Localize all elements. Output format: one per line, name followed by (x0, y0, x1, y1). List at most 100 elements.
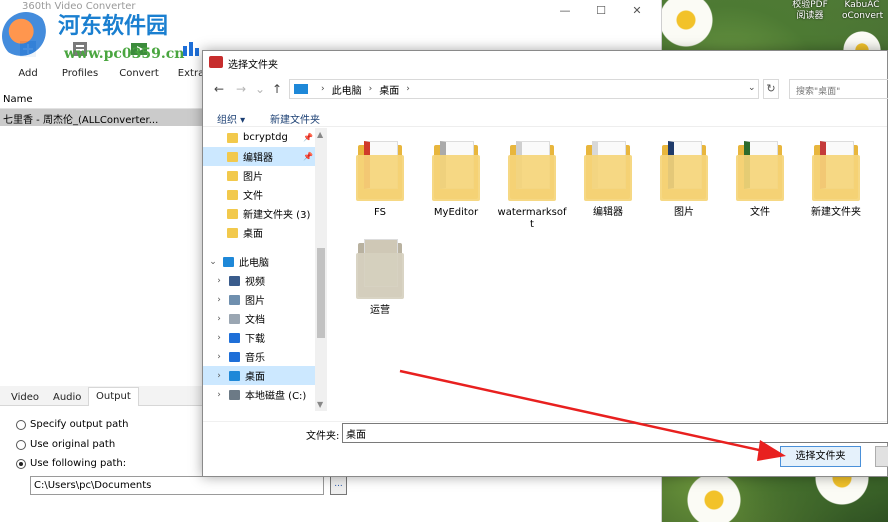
scroll-down-icon[interactable]: ▼ (317, 400, 323, 409)
quick-access-item[interactable]: bcryptdg 📌 (203, 128, 315, 147)
pin-icon[interactable]: 📌 (303, 152, 313, 161)
nav-item-label: bcryptdg (243, 132, 288, 143)
folder-item[interactable]: 新建文件夹 (799, 135, 873, 235)
documents-icon (229, 313, 240, 324)
extra-label: Extra (177, 68, 205, 79)
music-icon (229, 351, 240, 362)
chevron-down-icon[interactable]: ⌄ (207, 257, 219, 267)
nav-item-label: 音乐 (245, 353, 265, 364)
folder-name: watermarksoft (497, 207, 567, 230)
specify-output-path-option[interactable]: Specify output path (16, 419, 128, 430)
folder-icon (227, 227, 238, 238)
forward-arrow-icon[interactable]: → (233, 81, 249, 97)
nav-item-label: 视频 (245, 277, 265, 288)
this-pc-item[interactable]: › 桌面 (203, 366, 315, 385)
nav-item-label: 文件 (243, 191, 263, 202)
folder-icon (227, 208, 238, 219)
desktop-icon[interactable]: KabuAC oConvert (842, 0, 883, 22)
close-button[interactable]: ✕ (619, 0, 655, 20)
watermark-url: www.pc0359.cn (64, 46, 185, 62)
back-arrow-icon[interactable]: ← (211, 81, 227, 97)
this-pc-item[interactable]: › 文档 (203, 309, 315, 328)
output-path-input[interactable] (30, 476, 324, 495)
pin-icon[interactable]: 📌 (303, 133, 313, 142)
watermark: 河东软件园 www.pc0359.cn (0, 2, 220, 64)
chevron-right-icon[interactable]: › (213, 276, 225, 286)
chevron-right-icon[interactable]: › (213, 390, 225, 400)
refresh-icon[interactable]: ↻ (763, 79, 779, 99)
chevron-right-icon[interactable]: › (213, 352, 225, 362)
tab-output[interactable]: Output (88, 387, 139, 407)
tab-video[interactable]: Video (3, 388, 47, 407)
folder-icon (356, 239, 404, 299)
radio-button-checked[interactable] (16, 458, 26, 469)
dialog-title: 选择文件夹 (228, 60, 278, 71)
watermark-logo-icon (2, 12, 50, 60)
use-original-path-option[interactable]: Use original path (16, 439, 115, 450)
convert-label: Convert (119, 68, 159, 79)
folder-name: 运营 (370, 305, 390, 316)
drive-icon (229, 389, 240, 400)
quick-access-item[interactable]: 新建文件夹 (3) (203, 204, 315, 223)
up-arrow-icon[interactable]: ↑ (269, 81, 285, 97)
folder-item[interactable]: 文件 (723, 135, 797, 235)
this-pc-item[interactable]: › 音乐 (203, 347, 315, 366)
radio-button[interactable] (16, 419, 26, 430)
search-input[interactable]: 搜索"桌面" (789, 79, 888, 99)
quick-access-item[interactable]: 文件 (203, 185, 315, 204)
this-pc-item[interactable]: › 本地磁盘 (C:) (203, 385, 315, 404)
folder-icon (736, 141, 784, 201)
address-bar-row: ← → ⌄ ↑ › 此电脑 › 桌面 › ⌄ ↻ 搜索"桌面" (203, 78, 888, 100)
this-pc-node[interactable]: ⌄ 此电脑 (203, 252, 315, 271)
daisy-image (684, 470, 744, 522)
folder-item[interactable]: 图片 (647, 135, 721, 235)
this-pc-item[interactable]: › 图片 (203, 290, 315, 309)
scrollbar-thumb[interactable] (317, 248, 325, 338)
folder-item[interactable]: MyEditor (419, 135, 493, 235)
scroll-up-icon[interactable]: ▲ (317, 130, 323, 139)
this-pc-item[interactable]: › 视频 (203, 271, 315, 290)
desktop-icon-label: 校验PDF阅读器 (792, 0, 828, 21)
folder-item[interactable]: 编辑器 (571, 135, 645, 235)
minimize-button[interactable]: — (547, 0, 583, 20)
folder-item[interactable]: watermarksoft (495, 135, 569, 235)
select-folder-button[interactable]: 选择文件夹 (780, 446, 861, 467)
maximize-button[interactable]: ☐ (583, 0, 619, 20)
navigation-pane: bcryptdg 📌 编辑器 📌 图片 文件 新建文件夹 (3) 桌面 ⌄ 此电… (203, 128, 327, 411)
chevron-right-icon[interactable]: › (213, 295, 225, 305)
folder-input[interactable] (342, 423, 888, 443)
add-label: Add (18, 68, 38, 79)
desktop-icon[interactable]: 校验PDF阅读器 (790, 0, 830, 22)
new-folder-button[interactable]: 新建文件夹 (270, 111, 320, 126)
quick-access-item[interactable]: 桌面 (203, 223, 315, 242)
chevron-down-icon[interactable]: ⌄ (252, 81, 268, 97)
quick-access-item[interactable]: 编辑器 📌 (203, 147, 315, 166)
chevron-right-icon[interactable]: › (213, 314, 225, 324)
breadcrumb-desktop[interactable]: 桌面 (379, 82, 399, 97)
name-column-header[interactable]: Name (3, 94, 33, 105)
folder-item[interactable]: FS (343, 135, 417, 235)
use-following-path-option[interactable]: Use following path: (16, 458, 126, 469)
radio-button[interactable] (16, 439, 26, 450)
folder-icon (227, 170, 238, 181)
address-dropdown-icon[interactable]: ⌄ (748, 83, 756, 93)
dialog-titlebar[interactable]: 选择文件夹 (203, 51, 887, 73)
folder-item[interactable]: 运营 (343, 233, 417, 333)
cancel-button[interactable] (875, 446, 888, 467)
folder-name: 图片 (674, 207, 694, 218)
this-pc-item[interactable]: › 下载 (203, 328, 315, 347)
tab-audio[interactable]: Audio (45, 388, 89, 407)
chevron-right-icon[interactable]: › (213, 333, 225, 343)
file-list-row[interactable]: 七里香 - 周杰伦_(ALLConverter... (0, 109, 210, 126)
chevron-right-icon[interactable]: › (213, 371, 225, 381)
organize-menu[interactable]: 组织 ▾ (217, 111, 245, 126)
address-bar[interactable]: › 此电脑 › 桌面 › (289, 79, 759, 99)
quick-access-item[interactable]: 图片 (203, 166, 315, 185)
navigation-scrollbar[interactable]: ▲ ▼ (315, 128, 327, 411)
command-bar: 组织 ▾ 新建文件夹 (203, 107, 887, 127)
folder-row: 文件夹: (203, 421, 888, 445)
browse-button[interactable]: ... (330, 476, 347, 495)
folder-name: 新建文件夹 (811, 207, 861, 218)
breadcrumb-this-pc[interactable]: 此电脑 (332, 82, 362, 97)
folder-name: 文件 (750, 207, 770, 218)
